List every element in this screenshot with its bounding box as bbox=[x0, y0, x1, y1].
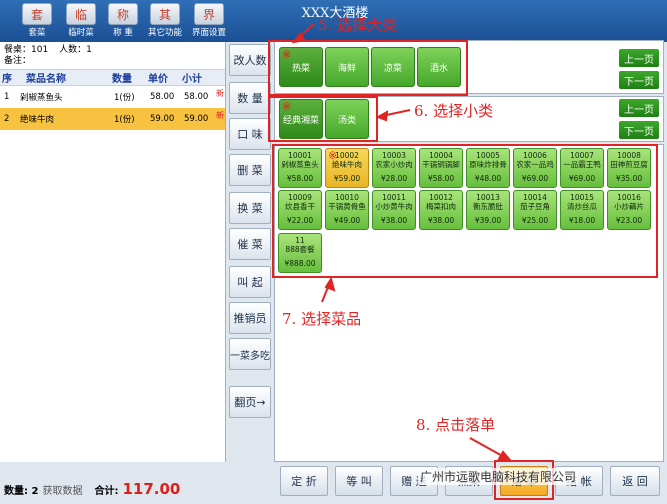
ui-settings-label: 界面设置 bbox=[191, 28, 226, 38]
row-no: 1 bbox=[4, 92, 10, 102]
flavor-button[interactable]: 口 味 bbox=[229, 118, 271, 150]
annotation-step6: 6. 选择小类 bbox=[414, 102, 494, 120]
swap-dish-button[interactable]: 换 菜 bbox=[229, 192, 271, 224]
temp-dish-icon: 临 bbox=[66, 3, 96, 25]
set-menu-button[interactable]: 套 套菜 bbox=[14, 3, 60, 39]
change-people-button[interactable]: 改人数 bbox=[229, 44, 271, 76]
watermark: 广州市远歌电脑科技有限公司 bbox=[418, 468, 579, 485]
temp-dish-label: 临时菜 bbox=[68, 28, 94, 38]
row-no: 2 bbox=[4, 114, 10, 124]
discount-button[interactable]: 定 折 bbox=[280, 466, 328, 496]
other-functions-label: 其它功能 bbox=[147, 28, 182, 38]
row-price: 58.00 bbox=[150, 92, 175, 102]
header-qty: 数量 bbox=[112, 74, 132, 85]
quantity-summary: 数量: 2 bbox=[4, 485, 39, 497]
order-row-selected[interactable]: 2 绝味牛肉 1(份) 59.00 59.00 新 bbox=[0, 108, 225, 130]
big-category-prev-page[interactable]: 上一页 bbox=[619, 49, 659, 67]
row-qty: 1(份) bbox=[114, 115, 135, 125]
row-name: 剁椒蒸鱼头 bbox=[20, 93, 63, 103]
header-name: 菜品名称 bbox=[26, 74, 66, 85]
annotation-box-step6 bbox=[268, 96, 378, 142]
total-label: 合计: bbox=[94, 485, 119, 497]
order-footer: 数量: 2 获取数据 合计: 117.00 bbox=[0, 474, 226, 504]
order-table-header: 序 菜品名称 数量 单价 小计 bbox=[0, 70, 225, 86]
other-functions-button[interactable]: 其 其它功能 bbox=[142, 3, 188, 39]
table-number: 餐桌：101 bbox=[4, 45, 49, 55]
weigh-button[interactable]: 称 称 重 bbox=[100, 3, 146, 39]
salesperson-button[interactable]: 推销员 bbox=[229, 302, 271, 334]
ui-settings-button[interactable]: 界 界面设置 bbox=[186, 3, 232, 39]
delete-dish-button[interactable]: 删 菜 bbox=[229, 154, 271, 186]
back-button[interactable]: 返 回 bbox=[610, 466, 660, 496]
status-text: 获取数据 bbox=[42, 485, 83, 497]
other-functions-icon: 其 bbox=[150, 3, 180, 25]
annotation-step5: 5. 选择大类 bbox=[318, 16, 398, 34]
order-row[interactable]: 1 剁椒蒸鱼头 1(份) 58.00 58.00 新 bbox=[0, 86, 225, 108]
total-value: 117.00 bbox=[122, 480, 181, 498]
small-category-next-page[interactable]: 下一页 bbox=[619, 121, 659, 139]
annotation-step8: 8. 点击落单 bbox=[416, 416, 496, 434]
row-price: 59.00 bbox=[150, 114, 175, 124]
header-no: 序 bbox=[2, 74, 12, 85]
header-price: 单价 bbox=[148, 74, 168, 85]
row-name: 绝味牛肉 bbox=[20, 115, 55, 125]
hold-dish-button[interactable]: 叫 起 bbox=[229, 266, 271, 298]
scale-icon: 称 bbox=[108, 3, 138, 25]
small-category-prev-page[interactable]: 上一页 bbox=[619, 99, 659, 117]
quantity-button[interactable]: 数 量 bbox=[229, 82, 271, 114]
big-category-next-page[interactable]: 下一页 bbox=[619, 71, 659, 89]
weigh-label: 称 重 bbox=[113, 28, 133, 38]
new-badge: 新 bbox=[216, 89, 224, 98]
temp-dish-button[interactable]: 临 临时菜 bbox=[58, 3, 104, 39]
order-info: 餐桌：101 人数：1 备注： bbox=[0, 42, 225, 70]
multi-serve-button[interactable]: 一菜多吃 bbox=[229, 338, 271, 370]
row-qty: 1(份) bbox=[114, 93, 135, 103]
row-subtotal: 58.00 bbox=[184, 92, 209, 102]
new-badge: 新 bbox=[216, 111, 224, 120]
annotation-box-step7 bbox=[272, 144, 658, 278]
wait-call-button[interactable]: 等 叫 bbox=[335, 466, 383, 496]
order-panel: 餐桌：101 人数：1 备注： 序 菜品名称 数量 单价 小计 1 剁椒蒸鱼头 … bbox=[0, 42, 226, 462]
rush-dish-button[interactable]: 催 菜 bbox=[229, 228, 271, 260]
set-menu-label: 套菜 bbox=[28, 28, 46, 38]
next-page-fn-button[interactable]: 翻页→ bbox=[229, 386, 271, 418]
people-count: 人数：1 bbox=[59, 45, 92, 55]
set-menu-icon: 套 bbox=[22, 3, 52, 25]
remark-label: 备注： bbox=[4, 56, 32, 66]
row-subtotal: 59.00 bbox=[184, 114, 209, 124]
ui-settings-icon: 界 bbox=[194, 3, 224, 25]
annotation-box-step5 bbox=[268, 40, 468, 96]
annotation-step7: 7. 选择菜品 bbox=[282, 310, 362, 328]
header-subtotal: 小计 bbox=[182, 74, 202, 85]
